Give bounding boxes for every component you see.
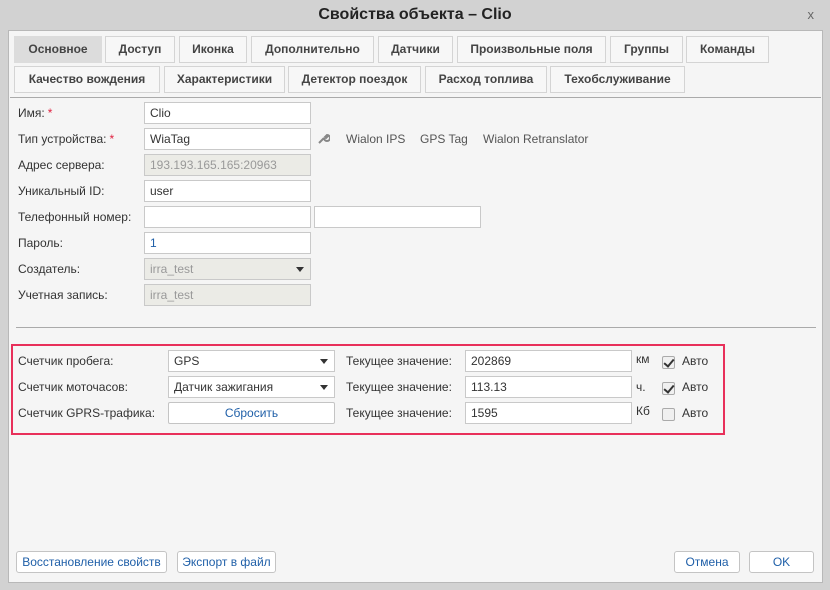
ok-button[interactable]: OK: [749, 551, 814, 573]
name-input[interactable]: Clio: [144, 102, 311, 124]
cancel-button[interactable]: Отмена: [674, 551, 740, 573]
gprs-reset-button[interactable]: Сбросить: [168, 402, 335, 424]
tab-icon[interactable]: Иконка: [179, 36, 247, 63]
wrench-icon[interactable]: [317, 132, 331, 148]
tab-commands[interactable]: Команды: [686, 36, 769, 63]
tab-access[interactable]: Доступ: [105, 36, 175, 63]
tab-maintenance[interactable]: Техобслуживание: [550, 66, 685, 93]
engine-auto-checkbox[interactable]: [662, 382, 675, 395]
creator-select[interactable]: irra_test: [144, 258, 311, 280]
chevron-down-icon: [320, 385, 328, 390]
dialog-body: [8, 30, 823, 583]
engine-hours-value: Датчик зажигания: [174, 380, 274, 394]
tab-trip-detector[interactable]: Детектор поездок: [288, 66, 421, 93]
mileage-auto-label: Авто: [682, 354, 709, 368]
gprs-current-label: Текущее значение:: [346, 406, 452, 420]
restore-properties-button[interactable]: Восстановление свойств: [16, 551, 167, 573]
gprs-unit: Кб: [636, 404, 650, 418]
tab-characteristics[interactable]: Характеристики: [164, 66, 285, 93]
uid-label: Уникальный ID:: [18, 184, 105, 198]
required-mark: *: [47, 106, 53, 120]
gprs-current-input[interactable]: 1595: [465, 402, 632, 424]
tab-driving-quality[interactable]: Качество вождения: [14, 66, 160, 93]
gprs-auto-checkbox[interactable]: [662, 408, 675, 421]
device-type-label-text: Тип устройства:: [18, 132, 107, 146]
gprs-auto-label: Авто: [682, 406, 709, 420]
tabs-divider: [10, 97, 821, 98]
account-input: irra_test: [144, 284, 311, 306]
tab-custom-fields[interactable]: Произвольные поля: [457, 36, 606, 63]
tab-groups[interactable]: Группы: [610, 36, 683, 63]
close-icon[interactable]: x: [808, 7, 815, 22]
phone-input-2[interactable]: [314, 206, 481, 228]
device-link-wialon-retranslator[interactable]: Wialon Retranslator: [483, 128, 588, 150]
mileage-counter-label: Счетчик пробега:: [18, 354, 114, 368]
mileage-current-input[interactable]: 202869: [465, 350, 632, 372]
engine-auto-label: Авто: [682, 380, 709, 394]
engine-hours-label: Счетчик моточасов:: [18, 380, 128, 394]
engine-unit: ч.: [636, 380, 646, 394]
mileage-current-label: Текущее значение:: [346, 354, 452, 368]
server-input: 193.193.165.165:20963: [144, 154, 311, 176]
device-type-label: Тип устройства: *: [18, 128, 114, 150]
dialog-title: Свойства объекта – Clio: [318, 6, 512, 23]
password-label: Пароль:: [18, 236, 63, 250]
export-to-file-button[interactable]: Экспорт в файл: [177, 551, 276, 573]
uid-input[interactable]: user: [144, 180, 311, 202]
device-type-input[interactable]: WiaTag: [144, 128, 311, 150]
mileage-unit: км: [636, 352, 650, 366]
section-divider: [16, 327, 816, 328]
device-link-gps-tag[interactable]: GPS Tag: [420, 128, 468, 150]
chevron-down-icon: [320, 359, 328, 364]
mileage-counter-value: GPS: [174, 354, 200, 368]
chevron-down-icon: [296, 267, 304, 272]
tab-fuel-consumption[interactable]: Расход топлива: [425, 66, 547, 93]
tab-advanced[interactable]: Дополнительно: [251, 36, 374, 63]
phone-label: Телефонный номер:: [18, 210, 132, 224]
name-label-text: Имя:: [18, 106, 45, 120]
tab-basic[interactable]: Основное: [14, 36, 102, 63]
creator-label: Создатель:: [18, 262, 81, 276]
engine-current-input[interactable]: 113.13: [465, 376, 632, 398]
mileage-auto-checkbox[interactable]: [662, 356, 675, 369]
device-link-wialon-ips[interactable]: Wialon IPS: [346, 128, 405, 150]
required-mark: *: [109, 132, 115, 146]
engine-hours-select[interactable]: Датчик зажигания: [168, 376, 335, 398]
engine-current-label: Текущее значение:: [346, 380, 452, 394]
phone-input-1[interactable]: [144, 206, 311, 228]
account-label: Учетная запись:: [18, 288, 108, 302]
gprs-counter-label: Счетчик GPRS-трафика:: [18, 406, 156, 420]
mileage-counter-select[interactable]: GPS: [168, 350, 335, 372]
name-label: Имя: *: [18, 102, 52, 124]
password-input[interactable]: 1: [144, 232, 311, 254]
creator-value: irra_test: [150, 262, 194, 276]
server-label: Адрес сервера:: [18, 158, 105, 172]
tab-sensors[interactable]: Датчики: [378, 36, 453, 63]
